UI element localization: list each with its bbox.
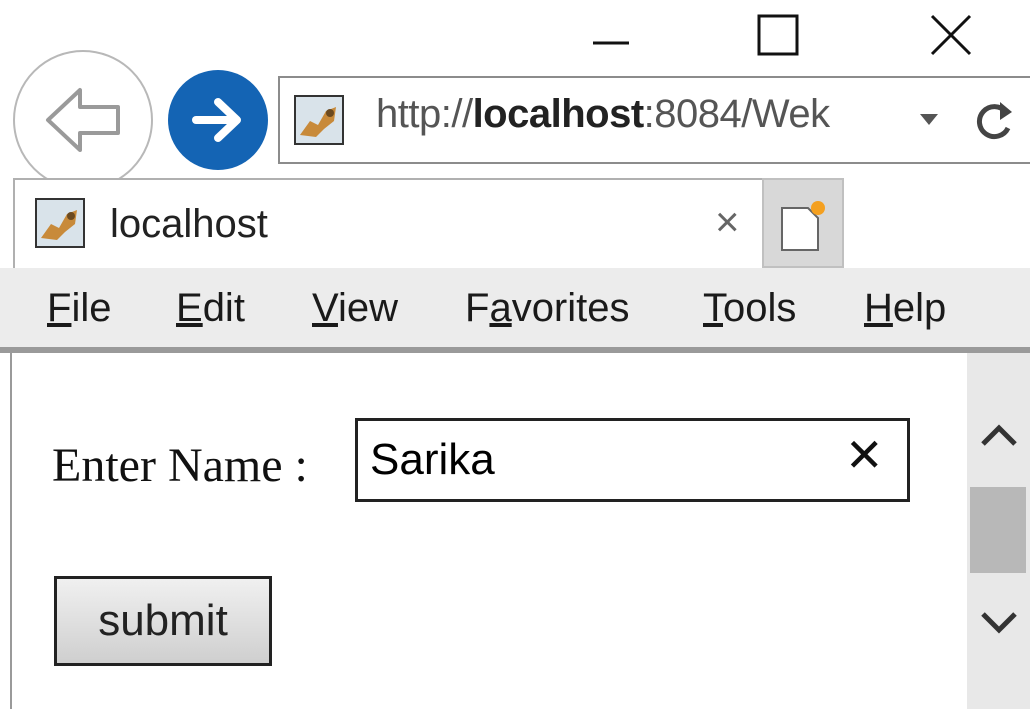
tab-row: localhost × <box>0 178 1030 268</box>
forward-arrow-icon <box>192 98 241 142</box>
close-icon <box>930 14 972 56</box>
menu-bar: File Edit View Favorites Tools Help <box>0 268 1030 348</box>
forward-button[interactable] <box>168 70 268 170</box>
menu-tools[interactable]: Tools <box>703 286 796 331</box>
tab-close-icon[interactable]: × <box>715 198 740 246</box>
name-label: Enter Name : <box>52 439 308 492</box>
menu-edit[interactable]: Edit <box>176 286 245 331</box>
menu-help[interactable]: Help <box>864 286 946 331</box>
minimize-button[interactable] <box>566 0 656 70</box>
menu-favorites[interactable]: Favorites <box>465 286 630 331</box>
refresh-icon[interactable] <box>970 98 1018 146</box>
submit-button[interactable]: submit <box>54 576 272 666</box>
tab-favicon-icon <box>35 198 85 248</box>
address-bar[interactable]: http://localhost:8084/Wek <box>278 76 1030 164</box>
dropdown-triangle-icon[interactable] <box>918 110 940 130</box>
close-button[interactable] <box>906 0 996 70</box>
tomcat-favicon-icon <box>294 95 344 145</box>
back-arrow-icon <box>46 88 120 152</box>
menu-view[interactable]: View <box>312 286 398 331</box>
tab-title: localhost <box>110 202 268 246</box>
clear-icon[interactable]: ✕ <box>845 432 884 478</box>
url-text: http://localhost:8084/Wek <box>376 92 830 136</box>
maximize-icon <box>757 14 799 56</box>
menu-file[interactable]: File <box>47 286 111 331</box>
maximize-button[interactable] <box>733 0 823 70</box>
name-input[interactable] <box>355 418 910 502</box>
new-tab-button[interactable] <box>762 178 844 268</box>
scroll-down-icon[interactable] <box>977 608 1021 638</box>
tab-localhost[interactable]: localhost × <box>13 178 765 268</box>
back-button[interactable] <box>13 50 153 190</box>
new-tab-icon <box>781 201 825 251</box>
scrollbar-thumb[interactable] <box>970 487 1026 573</box>
minimize-icon <box>593 41 629 45</box>
scroll-up-icon[interactable] <box>977 420 1021 450</box>
